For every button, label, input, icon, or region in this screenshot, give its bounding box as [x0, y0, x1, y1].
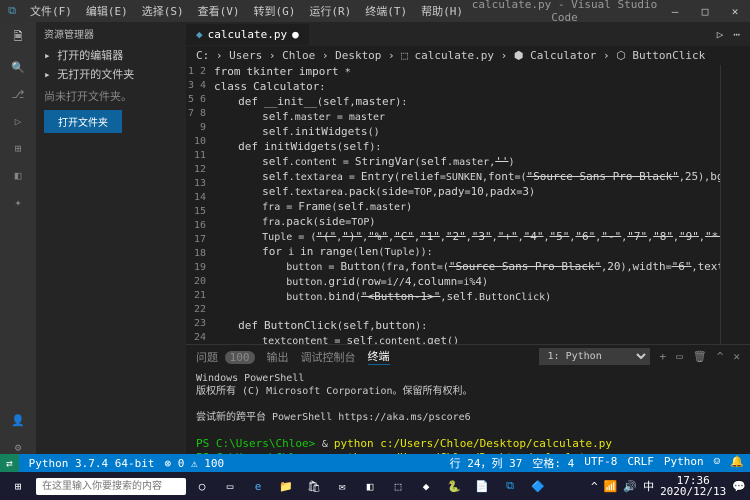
minimize-button[interactable]: — — [660, 5, 690, 18]
taskbar-search-input[interactable] — [36, 478, 186, 495]
menu-item[interactable]: 终端(T) — [359, 1, 413, 21]
minimap[interactable] — [720, 65, 750, 344]
tab-actions: ▷⋯ — [717, 28, 750, 41]
panel-tab-terminal[interactable]: 终端 — [368, 348, 390, 365]
windows-taskbar: ⊞ ○ ▭ e 📁 🛍 ✉ ◧ ⬚ ◆ 🐍 📄 ⧉ 🔷 ^ 📶 🔊 中 17:3… — [0, 472, 750, 500]
status-errors[interactable]: ⊗ 0 ⚠ 100 — [164, 457, 224, 470]
settings-icon[interactable]: ⚙ — [15, 441, 22, 454]
panel-tab-debug[interactable]: 调试控制台 — [301, 349, 356, 365]
tray-wifi-icon[interactable]: 📶 — [604, 480, 618, 493]
mail-icon[interactable]: ✉ — [330, 476, 354, 496]
window-controls: —□✕ — [660, 5, 750, 18]
window-title: calculate.py - Visual Studio Code — [469, 0, 660, 24]
menu-item[interactable]: 转到(G) — [248, 1, 302, 21]
tray-volume-icon[interactable]: 🔊 — [623, 480, 637, 493]
source-control-icon[interactable]: ⎇ — [12, 88, 25, 101]
status-feedback-icon[interactable]: ☺ — [714, 455, 721, 471]
app-icon-2[interactable]: ⬚ — [386, 476, 410, 496]
tab-label: calculate.py — [208, 28, 287, 41]
status-spaces[interactable]: 空格: 4 — [532, 455, 574, 471]
app-icon-6[interactable]: 🔷 — [526, 476, 550, 496]
account-icon[interactable]: 👤 — [11, 414, 25, 427]
more-actions-icon[interactable]: ⋯ — [733, 28, 740, 41]
code-lines[interactable]: from tkinter import * class Calculator: … — [214, 65, 720, 344]
menu-item[interactable]: 文件(F) — [24, 1, 78, 21]
python-file-icon: ◆ — [196, 28, 203, 41]
python-icon[interactable]: ◧ — [15, 169, 22, 182]
status-ln-col[interactable]: 行 24，列 37 — [450, 455, 523, 471]
panel-tab-output[interactable]: 输出 — [267, 349, 289, 365]
kill-terminal-icon[interactable]: 🗑 — [693, 350, 707, 363]
edge-icon[interactable]: e — [246, 476, 270, 496]
tray-up-icon[interactable]: ^ — [591, 480, 598, 493]
status-eol[interactable]: CRLF — [627, 455, 654, 471]
tray-ime-icon[interactable]: 中 — [643, 478, 654, 494]
app-icon-3[interactable]: ◆ — [414, 476, 438, 496]
panel-tab-problems[interactable]: 问题 100 — [196, 349, 255, 365]
tray-notifications-icon[interactable]: 💬 — [732, 480, 746, 493]
vscode-taskbar-icon[interactable]: ⧉ — [498, 476, 522, 496]
sidebar-empty-msg: 尚未打开文件夹。 — [44, 88, 178, 104]
terminal-body[interactable]: Windows PowerShell 版权所有 (C) Microsoft Co… — [186, 368, 750, 454]
status-language[interactable]: Python — [664, 455, 704, 471]
tab-calculate[interactable]: ◆ calculate.py ● — [186, 24, 309, 45]
open-folder-button[interactable]: 打开文件夹 — [44, 110, 122, 133]
new-terminal-icon[interactable]: + — [660, 350, 667, 363]
bottom-panel: 问题 100 输出 调试控制台 终端 1: Python + ▭ 🗑 ^ ✕ W… — [186, 344, 750, 454]
menu-item[interactable]: 运行(R) — [303, 1, 357, 21]
menu-item[interactable]: 查看(V) — [192, 1, 246, 21]
menu-bar: 文件(F)编辑(E)选择(S)查看(V)转到(G)运行(R)终端(T)帮助(H) — [24, 1, 469, 21]
menu-item[interactable]: 选择(S) — [136, 1, 190, 21]
panel-tabs: 问题 100 输出 调试控制台 终端 1: Python + ▭ 🗑 ^ ✕ — [186, 345, 750, 368]
bookmark-icon[interactable]: ✦ — [15, 196, 22, 209]
split-terminal-icon[interactable]: ▭ — [676, 350, 683, 363]
close-panel-icon[interactable]: ✕ — [733, 350, 740, 363]
maximize-button[interactable]: □ — [690, 5, 720, 18]
explorer-taskbar-icon[interactable]: 📁 — [274, 476, 298, 496]
terminal-shell-select[interactable]: 1: Python — [539, 348, 650, 365]
extensions-icon[interactable]: ⊞ — [15, 142, 22, 155]
sidebar-section-folder[interactable]: 无打开的文件夹 — [44, 66, 178, 82]
taskbar-clock[interactable]: 17:362020/12/13 — [660, 475, 726, 497]
system-tray: ^ 📶 🔊 中 17:362020/12/13 💬 — [591, 475, 746, 497]
line-gutter: 1 2 3 4 5 6 7 8 9 10 11 12 13 14 15 16 1… — [186, 65, 214, 344]
store-icon[interactable]: 🛍 — [302, 476, 326, 496]
maximize-panel-icon[interactable]: ^ — [717, 350, 724, 363]
sidebar-explorer: 资源管理器 打开的编辑器 无打开的文件夹 尚未打开文件夹。 打开文件夹 — [36, 22, 186, 454]
menu-item[interactable]: 帮助(H) — [415, 1, 469, 21]
editor-tabs: ◆ calculate.py ● ▷⋯ — [186, 22, 750, 46]
status-python[interactable]: Python 3.7.4 64-bit — [29, 457, 155, 470]
explorer-icon[interactable]: 🗎 — [14, 28, 23, 47]
modified-icon: ● — [292, 28, 299, 41]
run-icon[interactable]: ▷ — [15, 115, 22, 128]
app-icon-5[interactable]: 📄 — [470, 476, 494, 496]
vscode-icon: ⧉ — [0, 4, 24, 18]
activity-bar: 🗎 🔍 ⎇ ▷ ⊞ ◧ ✦ 👤 ⚙ — [0, 22, 36, 454]
sidebar-section-editors[interactable]: 打开的编辑器 — [44, 47, 178, 63]
code-editor[interactable]: 1 2 3 4 5 6 7 8 9 10 11 12 13 14 15 16 1… — [186, 65, 750, 344]
close-button[interactable]: ✕ — [720, 5, 750, 18]
sidebar-title: 资源管理器 — [44, 26, 178, 41]
status-bell-icon[interactable]: 🔔 — [730, 455, 744, 471]
run-file-icon[interactable]: ▷ — [717, 28, 724, 41]
editor-area: ◆ calculate.py ● ▷⋯ C: › Users › Chloe ›… — [186, 22, 750, 454]
status-encoding[interactable]: UTF-8 — [584, 455, 617, 471]
search-icon[interactable]: 🔍 — [11, 61, 25, 74]
app-icon-1[interactable]: ◧ — [358, 476, 382, 496]
title-bar: ⧉ 文件(F)编辑(E)选择(S)查看(V)转到(G)运行(R)终端(T)帮助(… — [0, 0, 750, 22]
breadcrumb[interactable]: C: › Users › Chloe › Desktop › ⬚ calcula… — [186, 46, 750, 65]
start-button[interactable]: ⊞ — [4, 480, 32, 493]
status-bar: ⇄ Python 3.7.4 64-bit ⊗ 0 ⚠ 100 行 24，列 3… — [0, 454, 750, 472]
app-icon-4[interactable]: 🐍 — [442, 476, 466, 496]
menu-item[interactable]: 编辑(E) — [80, 1, 134, 21]
cortana-icon[interactable]: ○ — [190, 476, 214, 496]
remote-indicator[interactable]: ⇄ — [0, 454, 19, 472]
task-view-icon[interactable]: ▭ — [218, 476, 242, 496]
